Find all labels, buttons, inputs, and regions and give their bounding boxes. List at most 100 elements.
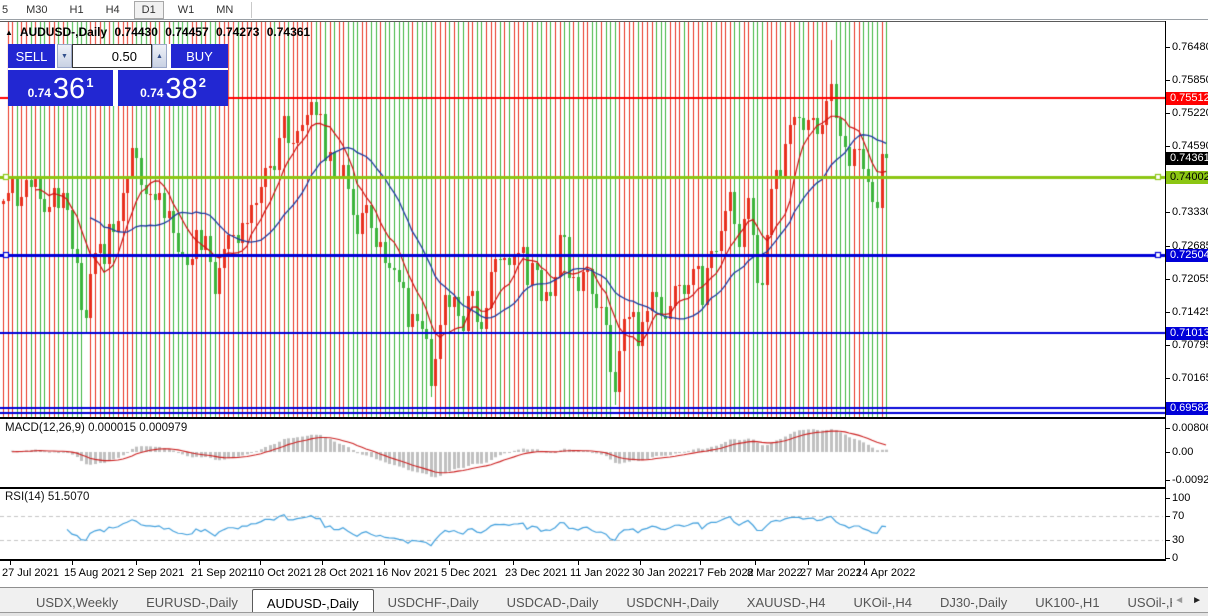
buy-price-big: 38 [165, 73, 198, 105]
time-tick-mark [700, 561, 701, 565]
ohlc-high: 0.74457 [165, 25, 209, 39]
time-tick-label: 15 Aug 2021 [64, 567, 126, 579]
price-tick-label: 0.72055 [1172, 273, 1208, 285]
price-tick-mark [1166, 146, 1170, 147]
price-level-badge: 0.72504 [1166, 249, 1208, 262]
time-tick-mark [384, 561, 385, 565]
time-tick-mark [322, 561, 323, 565]
price-tick-mark [1166, 345, 1170, 346]
time-tick-mark [640, 561, 641, 565]
rsi-tick-mark [1166, 498, 1170, 499]
ohlc-open: 0.74430 [114, 25, 158, 39]
time-tick-mark [513, 561, 514, 565]
time-tick-label: 27 Jul 2021 [2, 567, 59, 579]
time-tick-label: 27 Mar 2022 [800, 567, 862, 579]
time-tick-label: 10 Oct 2021 [252, 567, 312, 579]
timeframe-button-d1[interactable]: D1 [133, 0, 164, 19]
time-tick-label: 2 Sep 2021 [128, 567, 185, 579]
sell-price-pip: 1 [86, 75, 94, 90]
time-axis[interactable]: 27 Jul 2021 15 Aug 2021 2 Sep 2021 21 Sep 2… [0, 561, 1208, 587]
macd-rsi-separator[interactable] [0, 487, 1208, 489]
sell-price-big: 36 [52, 73, 86, 105]
sell-button[interactable]: SELL [8, 44, 55, 68]
price-tick-mark [1166, 378, 1170, 379]
chart-top-border [0, 21, 1208, 22]
time-tick-mark [755, 561, 756, 565]
timeframe-button-m30[interactable]: M30 [18, 1, 55, 19]
price-level-badge: 0.69582 [1166, 402, 1208, 415]
volume-decrease-button[interactable]: ▼ [57, 44, 72, 68]
time-tick-label: 17 Feb 2022 [692, 567, 754, 579]
time-tick-mark [808, 561, 809, 565]
timeframe-button-mn[interactable]: MN [208, 1, 241, 19]
timeframe-button-w1[interactable]: W1 [170, 1, 203, 19]
tab-scroll-right-icon[interactable]: ► [1188, 595, 1206, 606]
time-tick-label: 23 Dec 2021 [505, 567, 568, 579]
time-tick-label: 30 Jan 2022 [632, 567, 693, 579]
buy-button[interactable]: BUY [171, 44, 228, 68]
trading-platform-window: 5 M30 H1 H4 D1 W1 MN ▲ AUDUSD-,Daily 0.74430 0… [0, 0, 1208, 616]
rsi-tick-label: 30 [1172, 534, 1185, 546]
rsi-tick-label: 100 [1172, 492, 1191, 504]
macd-tick-mark [1166, 452, 1170, 453]
macd-tick-label: 0.00 [1172, 446, 1194, 458]
rsi-tick-mark [1166, 540, 1170, 541]
time-tick-label: 11 Jan 2022 [570, 567, 630, 579]
volume-increase-button[interactable]: ▲ [152, 44, 167, 68]
time-tick-label: 16 Nov 2021 [376, 567, 439, 579]
chart-symbol-label: AUDUSD-,Daily [19, 25, 108, 39]
time-tick-mark [864, 561, 865, 565]
time-tick-label: 28 Oct 2021 [314, 567, 374, 579]
price-tick-label: 0.75220 [1172, 107, 1208, 119]
ohlc-close: 0.74361 [266, 25, 311, 39]
price-level-badge: 0.74361 [1166, 152, 1208, 165]
macd-tick-mark [1166, 480, 1170, 481]
macd-tick-label: 0.008061 [1172, 422, 1208, 434]
price-tick-label: 0.71425 [1172, 306, 1208, 318]
rsi-indicator-label: RSI(14) 51.5070 [5, 491, 90, 503]
time-tick-mark [199, 561, 200, 565]
time-tick-label: 5 Dec 2021 [441, 567, 498, 579]
timeframe-toolbar: 5 M30 H1 H4 D1 W1 MN [0, 0, 1208, 20]
price-tick-mark [1166, 279, 1170, 280]
one-click-panel-arrow-icon[interactable]: ▲ [5, 28, 13, 37]
price-tick-mark [1166, 47, 1170, 48]
price-axis[interactable]: 0.76480 0.75850 0.75220 0.74590 0.73330 0.726… [1166, 21, 1208, 564]
macd-tick-label: -0.009286 [1172, 474, 1208, 486]
timeframe-button-5[interactable]: 5 [0, 1, 12, 19]
one-click-trading-panel: SELL ▼ ▲ BUY 0.74 36 1 0.74 38 2 [8, 44, 228, 106]
main-macd-separator[interactable] [0, 417, 1208, 419]
price-level-badge: 0.71013 [1166, 327, 1208, 340]
price-tick-mark [1166, 113, 1170, 114]
rsi-tick-mark [1166, 558, 1170, 559]
chart-ohlc-header: ▲ AUDUSD-,Daily 0.74430 0.74457 0.74273 … [5, 25, 314, 39]
sell-price-prefix: 0.74 [27, 86, 51, 100]
price-tick-label: 0.70795 [1172, 339, 1208, 351]
macd-indicator-label: MACD(12,26,9) 0.000015 0.000979 [5, 422, 188, 434]
price-tick-label: 0.76480 [1172, 41, 1208, 53]
rsi-tick-label: 70 [1172, 510, 1185, 522]
price-level-badge: 0.75512 [1166, 92, 1208, 105]
price-tick-label: 0.73330 [1172, 206, 1208, 218]
timeframe-button-h1[interactable]: H1 [62, 1, 92, 19]
price-level-badge: 0.74002 [1166, 171, 1208, 184]
rsi-tick-mark [1166, 516, 1170, 517]
time-tick-mark [449, 561, 450, 565]
buy-price-prefix: 0.74 [140, 86, 164, 100]
time-tick-mark [578, 561, 579, 565]
time-tick-mark [260, 561, 261, 565]
tab-scroll-left-icon[interactable]: ◄ [1170, 595, 1188, 606]
ohlc-low: 0.74273 [215, 25, 260, 39]
window-bottom-edge [0, 612, 1208, 616]
timeframe-button-h4[interactable]: H4 [98, 1, 128, 19]
time-tick-label: 14 Apr 2022 [856, 567, 916, 579]
price-tick-label: 0.75850 [1172, 74, 1208, 86]
tab-scroll-controls: ◄ ► [1170, 588, 1206, 612]
toolbar-divider [251, 1, 253, 18]
price-tick-label: 0.70165 [1172, 372, 1208, 384]
buy-price-button[interactable]: 0.74 38 2 [118, 70, 228, 106]
price-tick-mark [1166, 312, 1170, 313]
sell-price-button[interactable]: 0.74 36 1 [8, 70, 113, 106]
volume-input[interactable] [72, 44, 152, 68]
time-tick-label: 8 Mar 2022 [747, 567, 803, 579]
